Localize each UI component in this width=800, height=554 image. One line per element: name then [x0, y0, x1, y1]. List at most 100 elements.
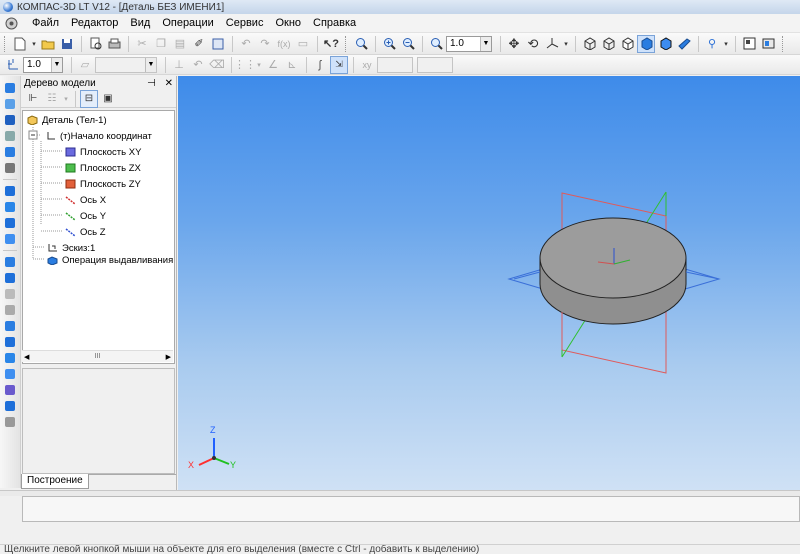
zoom-out-icon[interactable] [399, 35, 417, 53]
step-combo[interactable]: 1.0 ▼ [23, 56, 63, 73]
orient-icon[interactable]: ↶ [189, 56, 207, 74]
tree-filter-icon[interactable]: ☷ [43, 90, 61, 108]
menu-operations[interactable]: Операции [156, 14, 219, 33]
dropdown-arrow-icon[interactable]: ▾ [62, 90, 70, 108]
tree-item-axis-y[interactable]: Ось Y [65, 208, 106, 224]
properties-icon[interactable] [209, 35, 227, 53]
combo-arrow-icon[interactable]: ▼ [480, 36, 491, 51]
shaded-edges-icon[interactable] [656, 35, 674, 53]
redo-icon[interactable]: ↷ [256, 35, 274, 53]
variables-icon[interactable]: f(x) [275, 35, 293, 53]
dropdown-arrow-icon[interactable]: ▾ [722, 35, 730, 53]
dropdown-arrow-icon[interactable]: ▾ [562, 35, 570, 53]
hidden-lines-thin-icon[interactable] [618, 35, 636, 53]
rotate-icon[interactable]: ⟲ [524, 35, 542, 53]
tree-item-plane-xy[interactable]: Плоскость XY [65, 144, 141, 160]
edit-details-icon[interactable] [2, 80, 18, 95]
close-icon[interactable]: ✕ [165, 78, 173, 89]
open-folder-icon[interactable] [39, 35, 57, 53]
toolbar-grip[interactable] [782, 35, 785, 52]
shaded-icon[interactable] [637, 34, 655, 53]
tree-item-part[interactable]: Деталь (Тел-1) [27, 112, 107, 128]
toolbar-grip[interactable] [345, 35, 348, 52]
library-icon[interactable] [759, 35, 777, 53]
filter-icon[interactable]: ⚲ [703, 35, 721, 53]
kinematic-icon[interactable] [2, 215, 18, 230]
shell-icon[interactable] [2, 318, 18, 333]
toolbar-grip[interactable] [4, 35, 7, 52]
print-icon[interactable] [105, 35, 123, 53]
section-icon[interactable] [2, 350, 18, 365]
menu-service[interactable]: Сервис [220, 14, 270, 33]
cursor-icon[interactable]: ▭ [294, 35, 312, 53]
tree-item-axis-x[interactable]: Ось X [65, 192, 106, 208]
layer-icon[interactable]: ▱ [76, 56, 94, 74]
scroll-thumb[interactable]: III [95, 353, 101, 360]
snap-icon[interactable]: ⇲ [330, 55, 348, 74]
zoom-scale-icon[interactable] [427, 35, 445, 53]
scroll-left-icon[interactable]: ◀ [24, 353, 29, 361]
parametric-icon[interactable]: ʃ [311, 56, 329, 74]
menu-window[interactable]: Окно [269, 14, 307, 33]
orientation-icon[interactable] [543, 35, 561, 53]
tree-item-extrusion[interactable]: Операция выдавливания [47, 252, 173, 268]
rib-icon[interactable] [2, 334, 18, 349]
menu-edit[interactable]: Редактор [65, 14, 124, 33]
tree-item-plane-zx[interactable]: Плоскость ZX [65, 160, 141, 176]
manager-icon[interactable] [740, 35, 758, 53]
extrude-icon[interactable] [2, 183, 18, 198]
menu-help[interactable]: Справка [307, 14, 362, 33]
local-cs-icon[interactable]: ⊥ [170, 56, 188, 74]
eraser-icon[interactable]: ⌫ [208, 56, 226, 74]
tree-properties-icon[interactable]: ▣ [99, 90, 117, 108]
angle-icon[interactable]: ∠ [264, 56, 282, 74]
rotate-op-icon[interactable] [2, 199, 18, 214]
tree-view-icon[interactable]: ⊩ [24, 90, 42, 108]
pin-icon[interactable]: ⊣ [147, 78, 156, 89]
document-menu-icon[interactable] [4, 16, 18, 30]
filters-icon[interactable] [2, 144, 18, 159]
specification-icon[interactable] [2, 160, 18, 175]
menu-file[interactable]: Файл [26, 14, 65, 33]
measure-icon[interactable] [2, 128, 18, 143]
format-brush-icon[interactable]: ✐ [190, 35, 208, 53]
grid-icon[interactable]: ⋮⋮ [234, 56, 256, 74]
zoom-in-icon[interactable] [380, 35, 398, 53]
tree-item-axis-z[interactable]: Ось Z [65, 224, 106, 240]
ortho-icon[interactable]: ⊾ [283, 56, 301, 74]
tree-item-plane-zy[interactable]: Плоскость ZY [65, 176, 141, 192]
print-preview-icon[interactable] [86, 35, 104, 53]
scroll-right-icon[interactable]: ▶ [166, 353, 171, 361]
new-document-icon[interactable] [11, 35, 29, 53]
model-viewport[interactable]: Z X Y [178, 76, 800, 490]
cylinder-top-face[interactable] [539, 217, 687, 299]
chamfer-icon[interactable] [2, 286, 18, 301]
save-icon[interactable] [58, 35, 76, 53]
loft-icon[interactable] [2, 231, 18, 246]
combo-arrow-icon[interactable]: ▼ [51, 57, 62, 72]
hole-icon[interactable] [2, 302, 18, 317]
fillet-icon[interactable] [2, 270, 18, 285]
dropdown-arrow-icon[interactable]: ▾ [255, 56, 263, 74]
more-tools-icon[interactable] [2, 414, 18, 429]
sketch-tool-icon[interactable] [2, 96, 18, 111]
cut-extrude-icon[interactable] [2, 254, 18, 269]
wireframe-icon[interactable] [580, 35, 598, 53]
tree-structure-icon[interactable]: ⊟ [80, 89, 98, 108]
context-help-icon[interactable]: ↖? [322, 35, 340, 53]
zoom-window-icon[interactable] [352, 35, 370, 53]
undo-icon[interactable]: ↶ [237, 35, 255, 53]
auxiliary-geometry-icon[interactable] [2, 112, 18, 127]
grid-step-icon[interactable] [4, 56, 22, 74]
paste-icon[interactable]: ▤ [171, 35, 189, 53]
copy-icon[interactable]: ❐ [152, 35, 170, 53]
tree-horizontal-scrollbar[interactable]: ◀ III ▶ [22, 350, 173, 362]
tab-construction[interactable]: Построение [21, 474, 89, 489]
pan-icon[interactable]: ✥ [505, 35, 523, 53]
perspective-icon[interactable] [675, 35, 693, 53]
hidden-lines-icon[interactable] [599, 35, 617, 53]
tree-item-origin[interactable]: (т)Начало координат [45, 128, 152, 144]
draft-icon[interactable] [2, 398, 18, 413]
mirror-icon[interactable] [2, 382, 18, 397]
cut-icon[interactable]: ✂ [133, 35, 151, 53]
